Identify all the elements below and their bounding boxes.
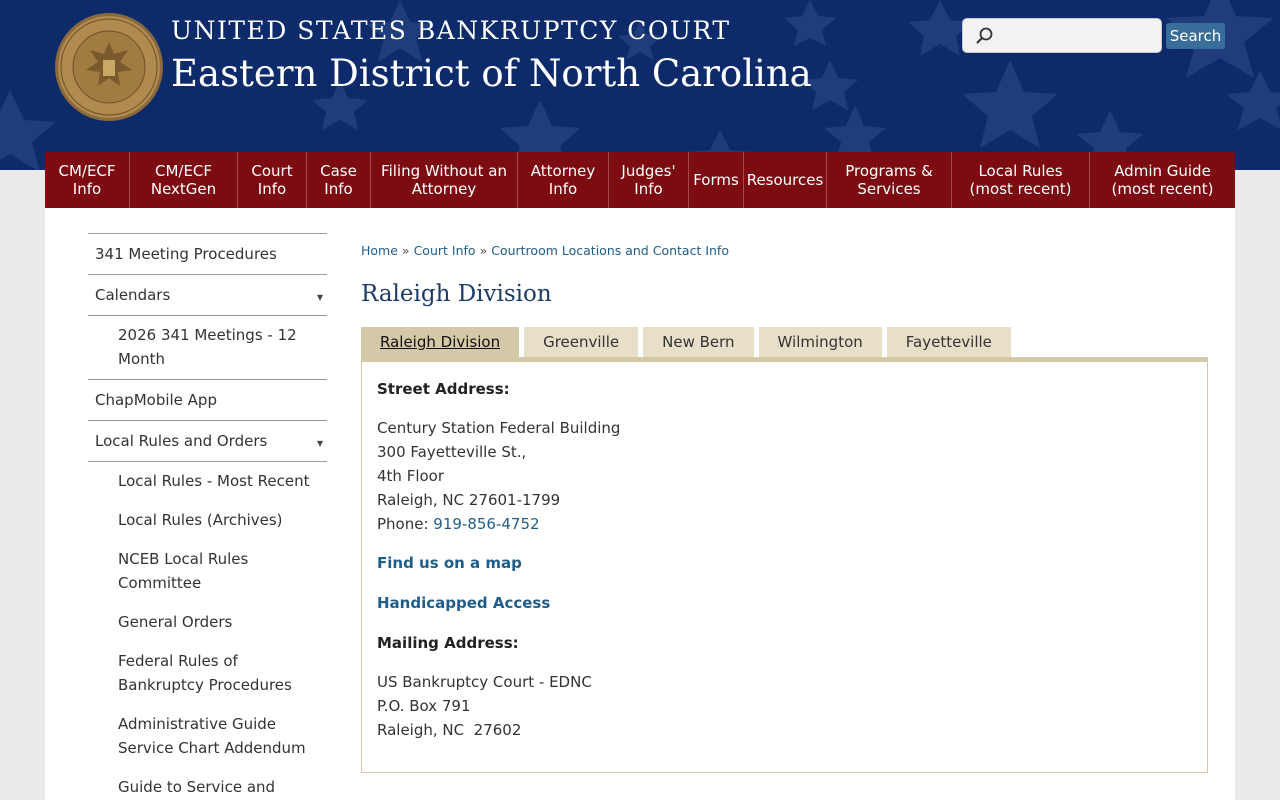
sidebar-subitem-2026-341-meetings[interactable]: 2026 341 Meetings - 12 Month xyxy=(88,315,327,379)
sidebar-item-local-rules-and-orders[interactable]: Local Rules and Orders xyxy=(88,420,327,461)
search-button[interactable]: Search xyxy=(1166,23,1225,49)
nav-filing-without-attorney[interactable]: Filing Without an Attorney xyxy=(371,152,518,208)
sidebar-item-341-meeting-procedures[interactable]: 341 Meeting Procedures xyxy=(88,233,327,274)
sidebar-subitem-nceb-local-rules-committee[interactable]: NCEB Local Rules Committee xyxy=(88,540,327,603)
nav-attorney-info[interactable]: Attorney Info xyxy=(518,152,609,208)
nav-court-info[interactable]: Court Info xyxy=(238,152,307,208)
site-header: UNITED STATES BANKRUPTCY COURT Eastern D… xyxy=(0,0,1280,170)
nav-resources[interactable]: Resources xyxy=(744,152,827,208)
sidebar-subitem-federal-rules-bankruptcy[interactable]: Federal Rules of Bankruptcy Procedures xyxy=(88,642,327,705)
nav-admin-guide[interactable]: Admin Guide (most recent) xyxy=(1090,152,1235,208)
sidebar-item-chapmobile-app[interactable]: ChapMobile App xyxy=(88,379,327,420)
search-input[interactable] xyxy=(999,23,1157,49)
tab-fayetteville[interactable]: Fayetteville xyxy=(886,327,1011,357)
tab-greenville[interactable]: Greenville xyxy=(524,327,639,357)
street-line-4: Raleigh, NC 27601-1799 xyxy=(377,491,561,509)
tab-wilmington[interactable]: Wilmington xyxy=(758,327,882,357)
sidebar-subitem-admin-guide-chart-addendum[interactable]: Administrative Guide Service Chart Adden… xyxy=(88,705,327,768)
district-name[interactable]: Eastern District of North Carolina xyxy=(171,52,812,95)
breadcrumb-separator: » xyxy=(479,243,488,258)
court-seal[interactable] xyxy=(54,12,164,122)
nav-local-rules[interactable]: Local Rules (most recent) xyxy=(952,152,1090,208)
phone-link[interactable]: 919-856-4752 xyxy=(433,515,539,533)
street-line-2: 300 Fayetteville St., xyxy=(377,443,527,461)
breadcrumb: Home» Court Info» Courtroom Locations and … xyxy=(361,243,729,258)
mailing-line-3: Raleigh, NC 27602 xyxy=(377,721,522,739)
main-nav: CM/ECF Info CM/ECF NextGen Court Info Ca… xyxy=(45,152,1235,208)
page-title: Raleigh Division xyxy=(361,281,552,307)
street-address-label: Street Address: xyxy=(377,380,510,398)
street-line-1: Century Station Federal Building xyxy=(377,419,621,437)
handicapped-access-link[interactable]: Handicapped Access xyxy=(377,594,550,612)
nav-programs-services[interactable]: Programs & Services xyxy=(827,152,952,208)
phone-label: Phone: xyxy=(377,515,434,533)
breadcrumb-court-info[interactable]: Court Info xyxy=(414,243,476,258)
nav-cmecf-nextgen[interactable]: CM/ECF NextGen xyxy=(130,152,238,208)
court-name: UNITED STATES BANKRUPTCY COURT xyxy=(171,16,731,45)
sidebar-item-calendars[interactable]: Calendars xyxy=(88,274,327,315)
tab-new-bern[interactable]: New Bern xyxy=(643,327,754,357)
street-line-3: 4th Floor xyxy=(377,467,445,485)
nav-case-info[interactable]: Case Info xyxy=(307,152,371,208)
sidebar-subitem-local-rules-archives[interactable]: Local Rules (Archives) xyxy=(88,501,327,540)
phone-line: Phone: 919-856-4752 xyxy=(377,515,540,533)
breadcrumb-home[interactable]: Home xyxy=(361,243,398,258)
nav-forms[interactable]: Forms xyxy=(689,152,744,208)
mailing-line-1: US Bankruptcy Court - EDNC xyxy=(377,673,592,691)
sidebar-subitem-guide-service-notice[interactable]: Guide to Service and Notice xyxy=(88,768,327,800)
tab-raleigh-division[interactable]: Raleigh Division xyxy=(361,327,520,357)
map-link[interactable]: Find us on a map xyxy=(377,554,522,572)
mailing-line-2: P.O. Box 791 xyxy=(377,697,471,715)
sidebar-subitem-local-rules-most-recent[interactable]: Local Rules - Most Recent xyxy=(88,461,327,501)
search-box xyxy=(962,18,1162,53)
sidebar: 341 Meeting Procedures Calendars 2026 34… xyxy=(88,233,327,800)
nav-judges-info[interactable]: Judges' Info xyxy=(609,152,689,208)
magnifier-icon xyxy=(976,27,993,44)
breadcrumb-separator: » xyxy=(401,243,410,258)
sidebar-subitem-general-orders[interactable]: General Orders xyxy=(88,603,327,642)
breadcrumb-courtroom-locations[interactable]: Courtroom Locations and Contact Info xyxy=(491,243,729,258)
mailing-address-label: Mailing Address: xyxy=(377,634,519,652)
division-tabs: Raleigh Division Greenville New Bern Wil… xyxy=(361,327,1016,357)
nav-cmecf-info[interactable]: CM/ECF Info xyxy=(45,152,130,208)
